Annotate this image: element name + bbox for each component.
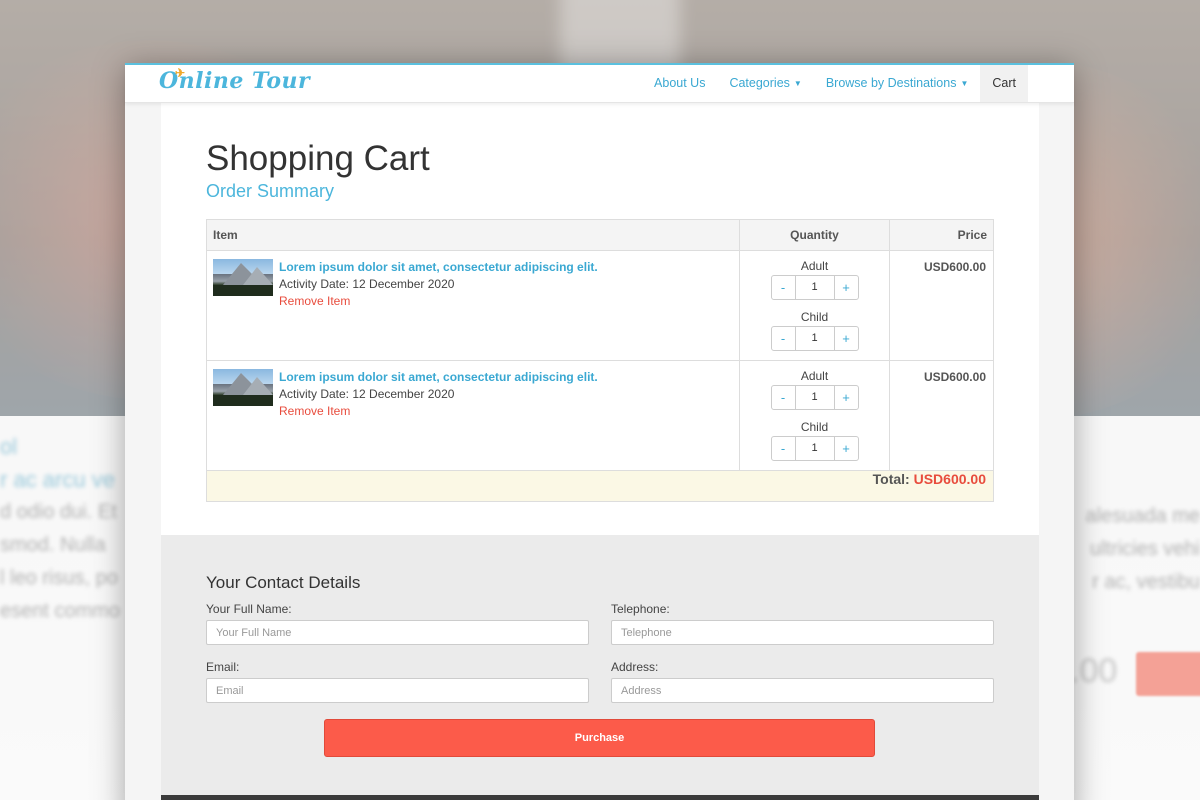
- total-row: Total: USD600.00: [206, 470, 994, 502]
- child-quantity-stepper: - 1 +: [770, 326, 859, 351]
- telephone-input[interactable]: [611, 620, 994, 645]
- total-cell: Total: USD600.00: [206, 470, 994, 502]
- nav-browse-destinations-label: Browse by Destinations: [825, 76, 957, 90]
- quantity-value[interactable]: 1: [795, 326, 834, 351]
- full-name-field-group: Your Full Name:: [206, 602, 589, 645]
- cart-section: Shopping Cart Order Summary Item Quantit…: [161, 103, 1039, 535]
- quantity-cell: Adult - 1 + Child - 1 +: [739, 250, 890, 361]
- background-text-left: ol r ac arcu ve d odio dui. Et smod. Nulla l…: [0, 434, 121, 622]
- nav-cart-label: Cart: [992, 76, 1016, 90]
- quantity-value[interactable]: 1: [795, 275, 834, 300]
- adult-label: Adult: [800, 259, 829, 273]
- full-name-label: Your Full Name:: [206, 602, 292, 616]
- background-price: .00: [1070, 652, 1118, 690]
- adult-quantity-stepper: - 1 +: [770, 275, 859, 300]
- total-amount: USD600.00: [913, 471, 986, 487]
- total-label: Total:: [872, 471, 910, 487]
- footer: [161, 795, 1039, 800]
- decrement-button[interactable]: -: [770, 385, 796, 410]
- telephone-label: Telephone:: [611, 602, 670, 616]
- remove-item-link[interactable]: Remove Item: [279, 403, 598, 420]
- cart-header-row: Item Quantity Price: [206, 219, 994, 251]
- increment-button[interactable]: +: [833, 275, 859, 300]
- header-item: Item: [206, 219, 740, 251]
- tour-thumbnail[interactable]: [213, 259, 273, 296]
- purchase-button[interactable]: Purchase: [324, 719, 875, 757]
- caret-down-icon: ▼: [960, 79, 969, 88]
- quantity-cell: Adult - 1 + Child - 1 +: [739, 360, 890, 471]
- address-input[interactable]: [611, 678, 994, 703]
- decrement-button[interactable]: -: [770, 326, 796, 351]
- increment-button[interactable]: +: [833, 436, 859, 461]
- email-label: Email:: [206, 660, 240, 674]
- nav-categories[interactable]: Categories ▼: [717, 65, 813, 102]
- child-label: Child: [800, 310, 829, 324]
- full-name-input[interactable]: [206, 620, 589, 645]
- increment-button[interactable]: +: [833, 385, 859, 410]
- table-row: Lorem ipsum dolor sit amet, consectetur …: [206, 250, 994, 361]
- item-title-link[interactable]: Lorem ipsum dolor sit amet, consectetur …: [279, 259, 598, 276]
- caret-down-icon: ▼: [793, 79, 802, 88]
- cart-table: Item Quantity Price Lorem ipsum dolor si…: [206, 219, 994, 502]
- background-text-right: alesuada me ultricies vehi r ac, vestibu: [1085, 505, 1200, 593]
- page-title: Shopping Cart: [206, 139, 430, 178]
- contact-details-section: Your Contact Details Your Full Name: Tel…: [161, 535, 1039, 795]
- browser-window: ✈ Online Tour About Us Categories ▼ Brows…: [125, 63, 1074, 800]
- child-quantity-stepper: - 1 +: [770, 436, 859, 461]
- quantity-value[interactable]: 1: [795, 385, 834, 410]
- telephone-field-group: Telephone:: [611, 602, 994, 645]
- background-button: [1136, 652, 1200, 696]
- adult-quantity-stepper: - 1 +: [770, 385, 859, 410]
- email-field-group: Email:: [206, 660, 589, 703]
- contact-heading: Your Contact Details: [206, 573, 361, 592]
- address-label: Address:: [611, 660, 659, 674]
- plane-icon: ✈: [175, 66, 186, 80]
- decrement-button[interactable]: -: [770, 436, 796, 461]
- brand-logo[interactable]: ✈ Online Tour: [159, 66, 310, 94]
- increment-button[interactable]: +: [833, 326, 859, 351]
- item-cell: Lorem ipsum dolor sit amet, consectetur …: [206, 250, 740, 361]
- item-title-link[interactable]: Lorem ipsum dolor sit amet, consectetur …: [279, 369, 598, 386]
- header-price: Price: [889, 219, 994, 251]
- item-price: USD600.00: [889, 360, 994, 471]
- email-input[interactable]: [206, 678, 589, 703]
- nav-about-us-label: About Us: [654, 76, 706, 90]
- nav-categories-label: Categories: [729, 76, 790, 90]
- nav-cart[interactable]: Cart: [980, 65, 1028, 102]
- decrement-button[interactable]: -: [770, 275, 796, 300]
- page-subtitle: Order Summary: [206, 181, 335, 201]
- child-label: Child: [800, 420, 829, 434]
- item-cell: Lorem ipsum dolor sit amet, consectetur …: [206, 360, 740, 471]
- navbar: ✈ Online Tour About Us Categories ▼ Brows…: [125, 65, 1074, 103]
- item-date: Activity Date: 12 December 2020: [279, 277, 455, 291]
- address-field-group: Address:: [611, 660, 994, 703]
- item-price: USD600.00: [889, 250, 994, 361]
- item-date: Activity Date: 12 December 2020: [279, 387, 455, 401]
- tour-thumbnail[interactable]: [213, 369, 273, 406]
- quantity-value[interactable]: 1: [795, 436, 834, 461]
- nav-browse-destinations[interactable]: Browse by Destinations ▼: [814, 65, 981, 102]
- nav-about-us[interactable]: About Us: [642, 65, 717, 102]
- table-row: Lorem ipsum dolor sit amet, consectetur …: [206, 360, 994, 471]
- header-quantity: Quantity: [739, 219, 890, 251]
- nav-menu: About Us Categories ▼ Browse by Destinati…: [642, 65, 1028, 102]
- remove-item-link[interactable]: Remove Item: [279, 293, 598, 310]
- adult-label: Adult: [800, 369, 829, 383]
